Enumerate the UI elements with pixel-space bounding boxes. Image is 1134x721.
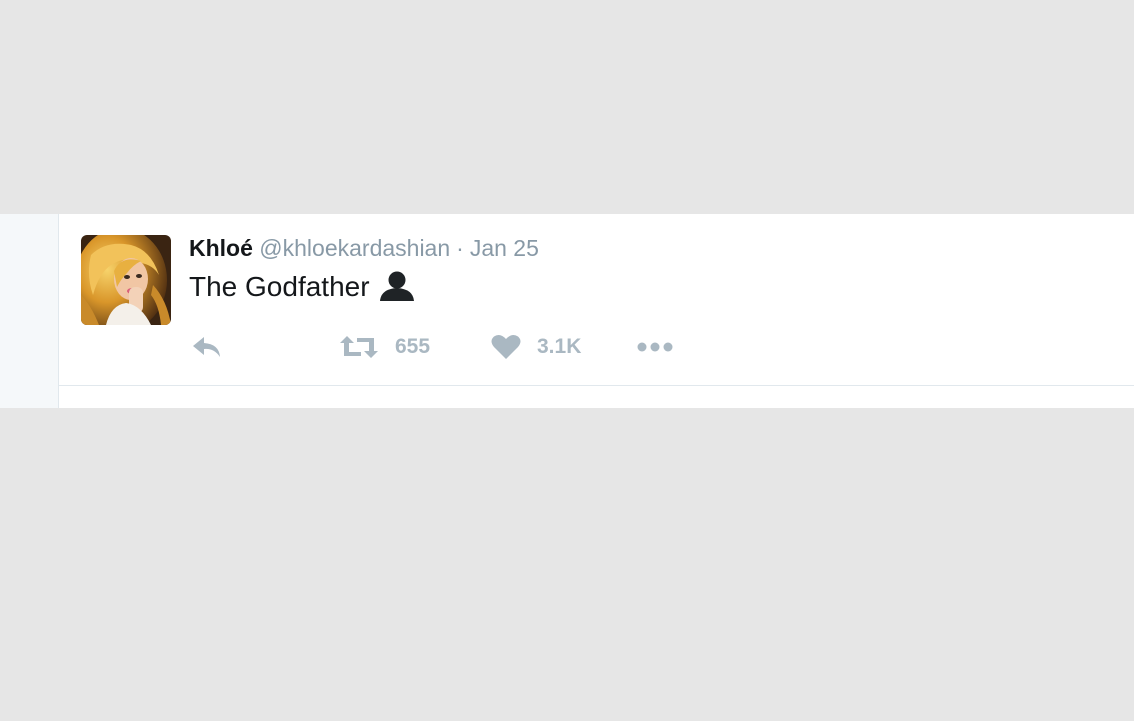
more-dots-icon bbox=[636, 341, 676, 353]
tweet-text-content: The Godfather bbox=[189, 271, 370, 302]
separator-dot: · bbox=[456, 235, 464, 261]
retweet-button[interactable]: 655 bbox=[339, 332, 430, 362]
reply-arrow-icon bbox=[191, 335, 223, 359]
heart-icon bbox=[491, 334, 521, 360]
reply-button[interactable] bbox=[191, 332, 223, 362]
avatar-image bbox=[81, 235, 171, 325]
tweet-timestamp[interactable]: Jan 25 bbox=[470, 235, 539, 261]
tweet-actions: 655 3.1K bbox=[191, 332, 791, 362]
retweet-icon bbox=[339, 334, 379, 360]
retweet-count: 655 bbox=[395, 335, 431, 358]
author-name[interactable]: Khloé bbox=[189, 235, 253, 261]
more-button[interactable] bbox=[636, 332, 676, 362]
tweet-text: The Godfather bbox=[189, 270, 416, 309]
bust-in-silhouette-icon bbox=[378, 271, 416, 309]
like-count: 3.1K bbox=[537, 335, 582, 358]
like-button[interactable]: 3.1K bbox=[491, 332, 581, 362]
next-tweet-card[interactable] bbox=[58, 386, 1134, 408]
author-handle[interactable]: @khloekardashian bbox=[259, 235, 450, 261]
timeline-strip: Khloé @khloekardashian · Jan 25 The Godfat… bbox=[0, 214, 1134, 408]
tweet-card[interactable]: Khloé @khloekardashian · Jan 25 The Godfat… bbox=[58, 214, 1134, 386]
avatar[interactable] bbox=[81, 235, 171, 325]
tweet-header: Khloé @khloekardashian · Jan 25 bbox=[189, 234, 539, 262]
